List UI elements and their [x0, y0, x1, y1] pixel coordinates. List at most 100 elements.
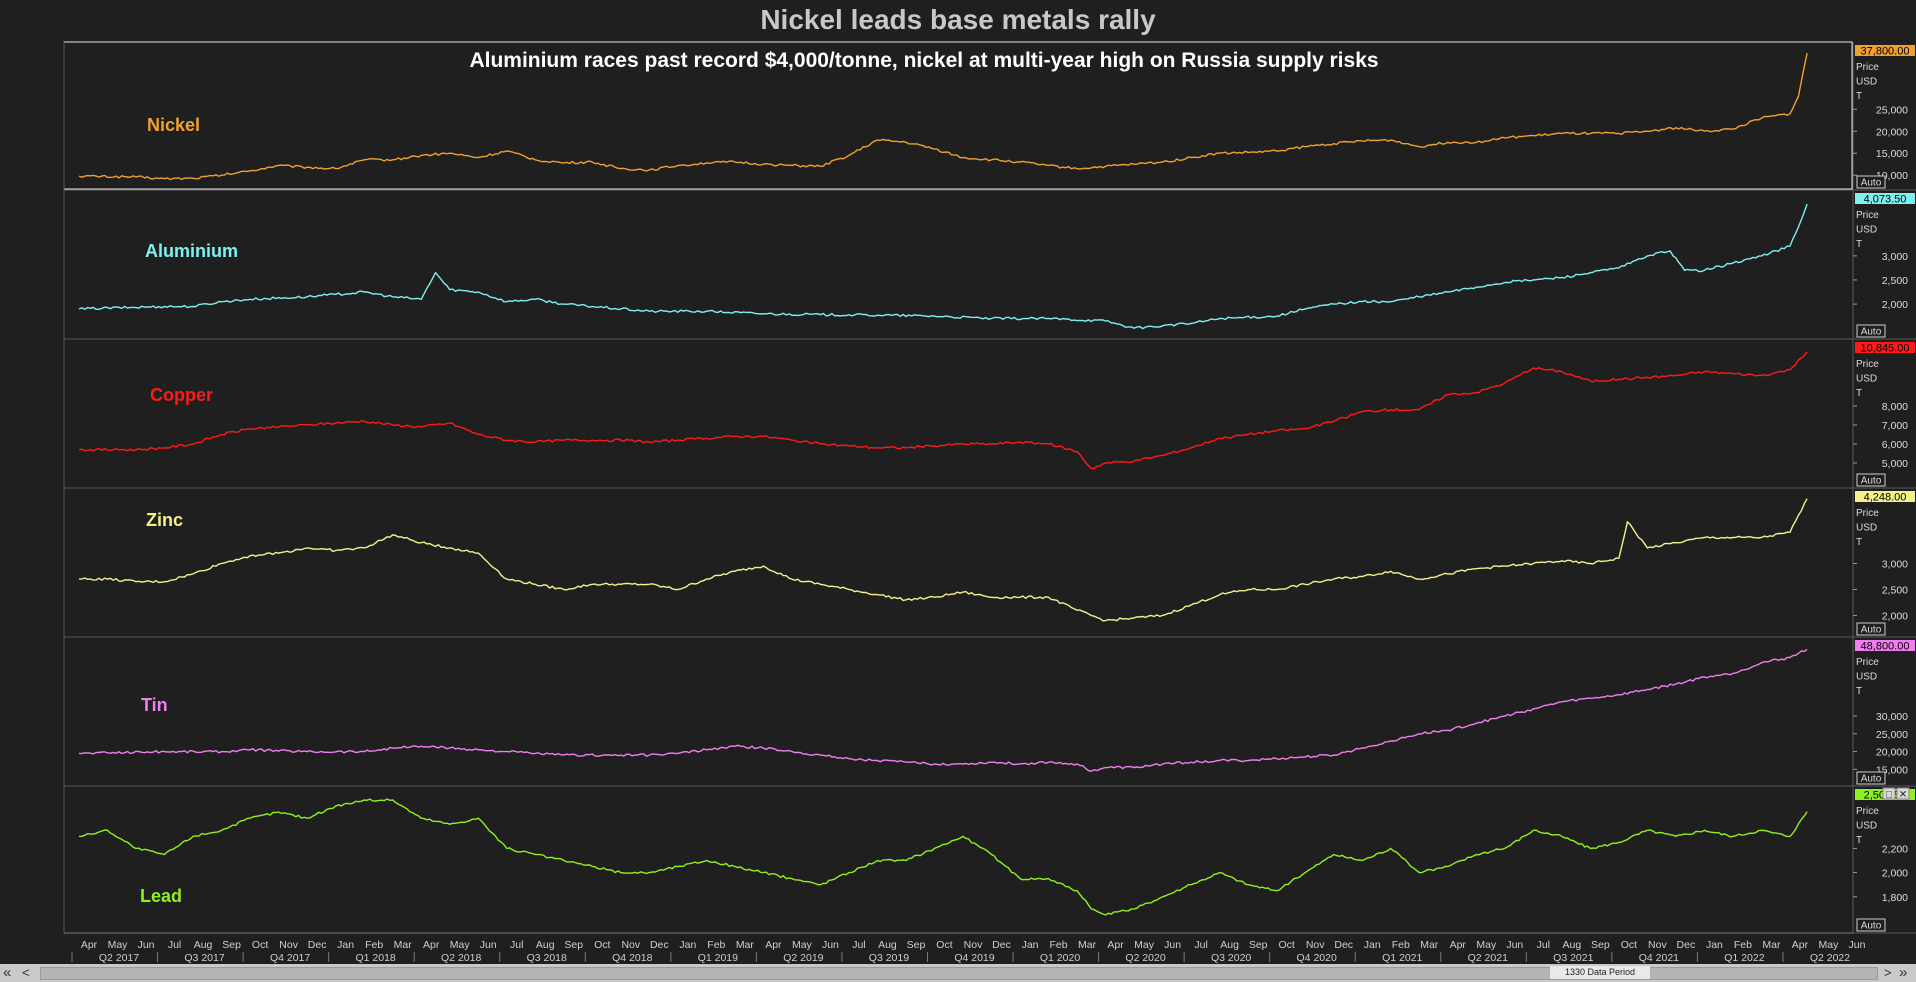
- axis-unit-label: Price: [1856, 508, 1879, 519]
- panel-tin: Tin48,800.00PriceUSDT15,00020,00025,0003…: [78, 640, 1915, 785]
- x-month-label: Aug: [536, 939, 555, 951]
- x-month-label: Jul: [510, 939, 523, 951]
- scroll-bar[interactable]: « < 1330 Data Period > »: [0, 964, 1916, 982]
- x-month-label: Nov: [964, 939, 983, 951]
- chart-subtitle: Aluminium races past record $4,000/tonne…: [469, 49, 1379, 72]
- x-month-label: Aug: [878, 939, 897, 951]
- x-month-label: Jan: [1364, 939, 1381, 951]
- axis-unit-label: Price: [1856, 657, 1879, 668]
- x-month-label: Jun: [1849, 939, 1866, 951]
- x-quarter-label: Q3 2021: [1553, 952, 1593, 964]
- x-month-label: May: [1819, 939, 1840, 951]
- x-month-label: Jan: [679, 939, 696, 951]
- x-quarter-label: Q2 2021: [1468, 952, 1508, 964]
- x-month-label: May: [1476, 939, 1497, 951]
- x-month-label: Nov: [279, 939, 298, 951]
- restore-icon: □: [1886, 790, 1892, 801]
- last-value-text: 37,800.00: [1861, 46, 1910, 58]
- scroll-next-button[interactable]: >: [1884, 964, 1896, 982]
- x-month-label: Apr: [1450, 939, 1467, 951]
- auto-scale-label: Auto: [1861, 327, 1882, 338]
- series-line-aluminium: [78, 203, 1808, 330]
- y-tick-label: 20,000: [1876, 126, 1908, 138]
- panel-copper: Copper 10,845.00 Price USD T 5,000 6,000 7,000 8…: [78, 342, 1915, 487]
- x-quarter-label: Q4 2017: [270, 952, 310, 964]
- series-label-tin: Tin: [141, 695, 168, 715]
- x-quarter-label: Q3 2019: [869, 952, 909, 964]
- x-month-label: Dec: [1677, 939, 1696, 951]
- x-month-label: Feb: [1050, 939, 1068, 951]
- axis-unit-label: T: [1856, 239, 1862, 250]
- x-month-label: May: [450, 939, 471, 951]
- series-label-lead: Lead: [140, 886, 182, 906]
- panel-lead: Lead2,504.50PriceUSDT1,8002,0002,200Auto: [78, 789, 1915, 932]
- x-quarter-label: Q3 2020: [1211, 952, 1251, 964]
- axis-unit-label: T: [1856, 835, 1862, 846]
- x-month-label: Sep: [907, 939, 926, 951]
- scroll-prev-button[interactable]: <: [22, 964, 34, 982]
- y-tick-label: 6,000: [1882, 439, 1908, 451]
- x-quarter-label: Q1 2020: [1040, 952, 1080, 964]
- chart-stage: Nickel leads base metals rally Nickel 37,…: [0, 0, 1916, 982]
- y-tick-label: 7,000: [1882, 420, 1908, 432]
- x-month-label: Aug: [194, 939, 213, 951]
- x-quarter-label: Q4 2019: [954, 952, 994, 964]
- x-month-label: Jul: [1537, 939, 1550, 951]
- x-month-label: Mar: [1420, 939, 1439, 951]
- y-tick-label: 3,000: [1882, 559, 1908, 571]
- y-tick-label: 3,000: [1882, 251, 1908, 263]
- axis-unit-label: T: [1856, 91, 1862, 102]
- y-tick-label: 2,000: [1882, 868, 1908, 880]
- series-line-copper: [78, 351, 1808, 470]
- auto-scale-label: Auto: [1861, 625, 1882, 636]
- x-month-label: Mar: [1762, 939, 1781, 951]
- x-month-label: Nov: [621, 939, 640, 951]
- x-month-label: Oct: [1621, 939, 1637, 951]
- x-month-label: Mar: [394, 939, 413, 951]
- x-month-label: Jul: [852, 939, 865, 951]
- last-value-text: 4,073.50: [1864, 194, 1907, 206]
- axis-unit-label: Price: [1856, 210, 1879, 221]
- series-label-nickel: Nickel: [147, 115, 200, 135]
- auto-scale-label: Auto: [1861, 178, 1882, 189]
- auto-scale-label: Auto: [1861, 774, 1882, 785]
- x-quarter-label: Q2 2019: [783, 952, 823, 964]
- x-month-label: Oct: [594, 939, 610, 951]
- panel-aluminium: Aluminium 4,073.50 Price USD T 2,000 2,500 3,00…: [78, 193, 1915, 338]
- x-month-label: Jan: [1022, 939, 1039, 951]
- x-quarter-label: Q2 2018: [441, 952, 481, 964]
- axis-unit-label: Price: [1856, 62, 1879, 73]
- series-line-tin: [78, 648, 1808, 772]
- x-month-label: Jun: [138, 939, 155, 951]
- axis-unit-label: USD: [1856, 523, 1877, 534]
- last-value-text: 4,248.00: [1864, 492, 1907, 504]
- x-month-label: Jun: [480, 939, 497, 951]
- x-quarter-label: Q4 2020: [1297, 952, 1337, 964]
- y-tick-label: 2,200: [1882, 843, 1908, 855]
- y-tick-label: 2,500: [1882, 275, 1908, 287]
- x-month-label: Jul: [168, 939, 181, 951]
- auto-scale-label: Auto: [1861, 476, 1882, 487]
- x-month-label: Oct: [252, 939, 268, 951]
- x-quarter-label: Q2 2020: [1125, 952, 1165, 964]
- last-value-text: 48,800.00: [1861, 641, 1910, 653]
- scroll-last-button[interactable]: »: [1899, 964, 1913, 982]
- data-period-label: 1330 Data Period: [1550, 966, 1650, 979]
- x-month-label: Aug: [1562, 939, 1581, 951]
- x-month-label: Jun: [1164, 939, 1181, 951]
- series-label-zinc: Zinc: [146, 510, 183, 530]
- series-line-lead: [78, 798, 1808, 916]
- scroll-first-button[interactable]: «: [3, 964, 17, 982]
- x-month-label: Sep: [1249, 939, 1268, 951]
- series-line-zinc: [78, 498, 1808, 622]
- panel-zinc: Zinc 4,248.00 Price USD T 2,000 2,500 3,000 Auto: [78, 491, 1915, 636]
- x-month-label: Apr: [1792, 939, 1809, 951]
- axis-unit-label: USD: [1856, 374, 1877, 385]
- axis-unit-label: T: [1856, 388, 1862, 399]
- x-quarter-label: Q2 2022: [1810, 952, 1850, 964]
- y-tick-label: 8,000: [1882, 401, 1908, 413]
- x-month-label: Jun: [822, 939, 839, 951]
- axis-unit-label: USD: [1856, 77, 1877, 88]
- x-month-label: Sep: [1591, 939, 1610, 951]
- x-month-label: Apr: [81, 939, 98, 951]
